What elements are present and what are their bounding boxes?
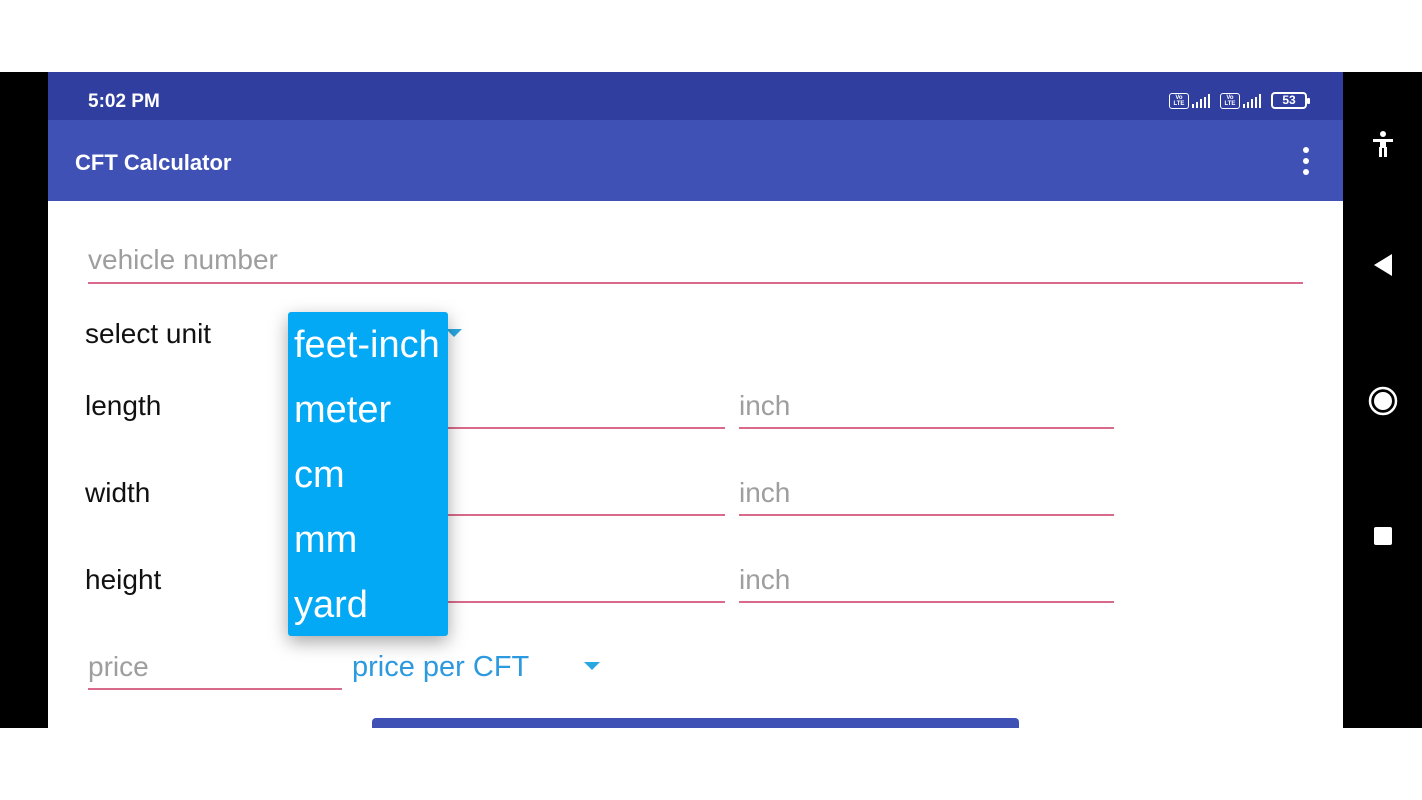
left-bezel — [0, 72, 48, 728]
unit-spinner-caret-icon[interactable] — [446, 329, 462, 337]
phone-screen: 5:02 PM Vo LTE Vo LTE 53 CFT Calculator … — [48, 72, 1343, 728]
height-inch-placeholder: inch — [739, 564, 791, 595]
vehicle-number-input[interactable]: vehicle number — [88, 242, 1303, 286]
volte-icon: Vo LTE — [1220, 92, 1240, 109]
navigation-bar — [1343, 72, 1422, 728]
page: 5:02 PM Vo LTE Vo LTE 53 CFT Calculator … — [0, 0, 1422, 800]
vehicle-number-placeholder: vehicle number — [88, 244, 278, 275]
status-icons: Vo LTE Vo LTE 53 — [1169, 92, 1310, 109]
status-bar: 5:02 PM Vo LTE Vo LTE 53 — [48, 72, 1343, 120]
unit-option-cm[interactable]: cm — [294, 454, 345, 497]
input-underline — [739, 427, 1114, 429]
app-title: CFT Calculator — [75, 150, 232, 175]
home-icon[interactable] — [1343, 384, 1422, 418]
width-inch-input[interactable]: inch — [739, 475, 1114, 519]
input-underline — [88, 282, 1303, 284]
price-placeholder: price — [88, 651, 149, 682]
back-icon[interactable] — [1343, 250, 1422, 280]
width-label: width — [85, 477, 151, 508]
unit-option-meter[interactable]: meter — [294, 389, 391, 432]
more-vert-icon[interactable] — [1291, 146, 1321, 176]
sim2-signal-icon: Vo LTE — [1220, 92, 1261, 109]
select-unit-label: select unit — [85, 318, 212, 349]
input-underline — [739, 601, 1114, 603]
length-label: length — [85, 390, 162, 421]
signal-bars-icon — [1243, 93, 1261, 108]
width-inch-placeholder: inch — [739, 477, 791, 508]
input-underline — [739, 514, 1114, 516]
app-bar: CFT Calculator — [48, 120, 1343, 201]
calculate-button[interactable] — [372, 718, 1019, 728]
length-inch-placeholder: inch — [739, 390, 791, 421]
price-input[interactable]: price — [88, 649, 342, 693]
unit-option-mm[interactable]: mm — [294, 519, 357, 562]
sim1-signal-icon: Vo LTE — [1169, 92, 1210, 109]
height-label: height — [85, 564, 162, 595]
unit-option-feet-inch[interactable]: feet-inch — [294, 324, 440, 367]
status-time: 5:02 PM — [88, 91, 160, 112]
signal-bars-icon — [1192, 93, 1210, 108]
battery-icon: 53 — [1271, 92, 1310, 109]
unit-dropdown-menu: feet-inch meter cm mm yard — [288, 312, 448, 636]
volte-icon: Vo LTE — [1169, 92, 1189, 109]
height-inch-input[interactable]: inch — [739, 562, 1114, 606]
length-inch-input[interactable]: inch — [739, 388, 1114, 432]
recents-icon[interactable] — [1343, 524, 1422, 548]
price-unit-spinner[interactable]: price per CFT — [352, 651, 529, 684]
accessibility-icon[interactable] — [1343, 128, 1422, 160]
price-spinner-caret-icon[interactable] — [584, 662, 600, 670]
unit-option-yard[interactable]: yard — [294, 584, 368, 627]
input-underline — [88, 688, 342, 690]
